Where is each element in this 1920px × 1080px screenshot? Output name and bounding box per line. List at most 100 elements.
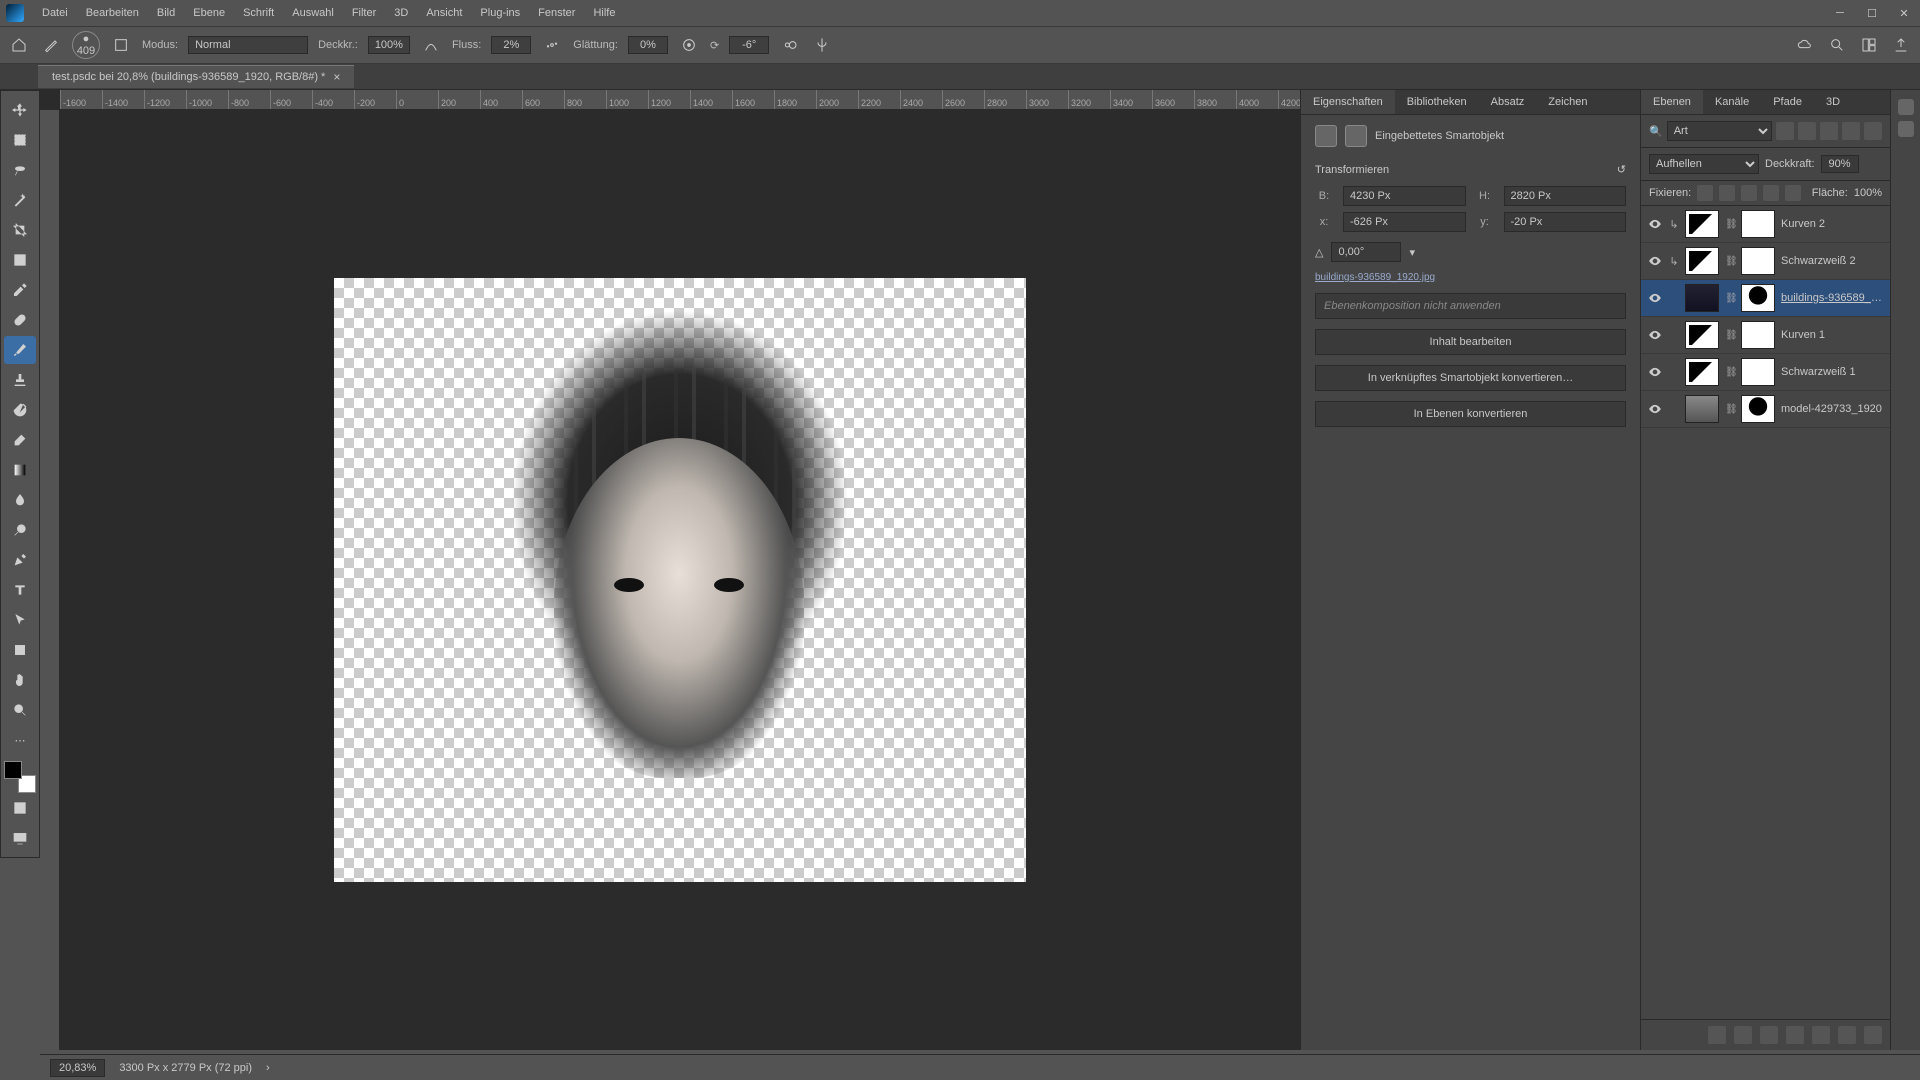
menu-window[interactable]: Fenster <box>530 3 583 23</box>
delete-layer-icon[interactable] <box>1864 1026 1882 1044</box>
horizontal-ruler[interactable]: -1600-1400-1200-1000-800-600-400-2000200… <box>60 90 1300 110</box>
tab-paragraph[interactable]: Absatz <box>1479 90 1537 114</box>
smoothing-field[interactable]: 0% <box>628 36 668 54</box>
layer-row[interactable]: ⛓Kurven 1 <box>1641 317 1890 354</box>
menu-select[interactable]: Auswahl <box>284 3 342 23</box>
share-icon[interactable] <box>1890 34 1912 56</box>
cloud-docs-icon[interactable] <box>1794 34 1816 56</box>
stamp-tool[interactable] <box>4 366 36 394</box>
layer-thumbnail[interactable] <box>1685 284 1719 312</box>
symmetry-icon[interactable] <box>811 34 833 56</box>
layer-thumbnail[interactable] <box>1685 210 1719 238</box>
size-pressure-icon[interactable] <box>779 34 801 56</box>
mask-link-icon[interactable]: ⛓ <box>1725 404 1735 415</box>
minimize-button[interactable]: ─ <box>1824 0 1856 26</box>
document-canvas[interactable] <box>334 278 1026 882</box>
layer-name[interactable]: Schwarzweiß 2 <box>1781 255 1884 267</box>
smartobject-source-link[interactable]: buildings-936589_1920.jpg <box>1315 272 1626 283</box>
document-tab[interactable]: test.psdc bei 20,8% (buildings-936589_19… <box>38 65 354 88</box>
menu-view[interactable]: Ansicht <box>418 3 470 23</box>
zoom-tool[interactable] <box>4 696 36 724</box>
layer-row[interactable]: ⛓ model-429733_1920 <box>1641 391 1890 428</box>
brush-tool[interactable] <box>4 336 36 364</box>
edit-contents-button[interactable]: Inhalt bearbeiten <box>1315 329 1626 355</box>
hand-tool[interactable] <box>4 666 36 694</box>
smoothing-options-icon[interactable] <box>678 34 700 56</box>
canvas-viewport[interactable] <box>60 110 1300 1050</box>
tab-properties[interactable]: Eigenschaften <box>1301 90 1395 114</box>
dodge-tool[interactable] <box>4 516 36 544</box>
tab-3d[interactable]: 3D <box>1814 90 1852 114</box>
layer-mask-thumbnail[interactable] <box>1741 247 1775 275</box>
layer-thumbnail[interactable] <box>1685 247 1719 275</box>
rotate-dropdown-icon[interactable]: ▾ <box>1409 246 1415 259</box>
layer-fill-field[interactable]: 100% <box>1854 187 1882 199</box>
y-field[interactable]: -20 Px <box>1504 212 1627 232</box>
filter-smart-icon[interactable] <box>1864 122 1882 140</box>
frame-tool[interactable] <box>4 246 36 274</box>
layer-mask-thumbnail[interactable] <box>1741 321 1775 349</box>
layer-visibility-icon[interactable] <box>1647 401 1663 417</box>
opacity-pressure-icon[interactable] <box>420 34 442 56</box>
new-adjustment-icon[interactable] <box>1786 1026 1804 1044</box>
crop-tool[interactable] <box>4 216 36 244</box>
blur-tool[interactable] <box>4 486 36 514</box>
workspace-icon[interactable] <box>1858 34 1880 56</box>
reset-transform-icon[interactable]: ↺ <box>1617 163 1626 176</box>
magic-wand-tool[interactable] <box>4 186 36 214</box>
layer-mask-thumbnail[interactable] <box>1741 210 1775 238</box>
status-info-chevron-icon[interactable]: › <box>266 1062 270 1074</box>
zoom-level-field[interactable]: 20,83% <box>50 1059 105 1077</box>
layer-thumbnail[interactable] <box>1685 321 1719 349</box>
document-tab-close-icon[interactable]: × <box>333 70 340 84</box>
layer-name[interactable]: Schwarzweiß 1 <box>1781 366 1884 378</box>
layer-opacity-field[interactable]: 90% <box>1821 155 1859 173</box>
airbrush-icon[interactable] <box>541 34 563 56</box>
layer-filter-kind[interactable]: Art <box>1667 121 1772 141</box>
move-tool[interactable] <box>4 96 36 124</box>
pen-tool[interactable] <box>4 546 36 574</box>
collapsed-panel-icon[interactable] <box>1898 121 1914 137</box>
menu-file[interactable]: Datei <box>34 3 76 23</box>
menu-plugins[interactable]: Plug-ins <box>472 3 528 23</box>
lock-all-icon[interactable] <box>1785 185 1801 201</box>
history-brush-tool[interactable] <box>4 396 36 424</box>
layer-name[interactable]: buildings-936589_1920… <box>1781 292 1884 304</box>
healing-tool[interactable] <box>4 306 36 334</box>
quick-mask-icon[interactable] <box>4 794 36 822</box>
lasso-tool[interactable] <box>4 156 36 184</box>
layer-name[interactable]: Kurven 1 <box>1781 329 1884 341</box>
layer-visibility-icon[interactable] <box>1647 253 1663 269</box>
brush-panel-icon[interactable] <box>110 34 132 56</box>
layer-mask-thumbnail[interactable] <box>1741 358 1775 386</box>
tab-channels[interactable]: Kanäle <box>1703 90 1761 114</box>
close-button[interactable]: ✕ <box>1888 0 1920 26</box>
layer-thumbnail[interactable] <box>1685 395 1719 423</box>
add-mask-icon[interactable] <box>1760 1026 1778 1044</box>
layer-row[interactable]: ↳⛓Schwarzweiß 2 <box>1641 243 1890 280</box>
menu-3d[interactable]: 3D <box>386 3 416 23</box>
vertical-ruler[interactable] <box>40 110 60 1050</box>
rotate-field[interactable]: 0,00° <box>1331 242 1401 262</box>
filter-shape-icon[interactable] <box>1842 122 1860 140</box>
path-select-tool[interactable] <box>4 606 36 634</box>
layer-row[interactable]: ⛓Schwarzweiß 1 <box>1641 354 1890 391</box>
tool-preset-icon[interactable] <box>40 34 62 56</box>
mask-link-icon[interactable]: ⛓ <box>1725 293 1735 304</box>
shape-tool[interactable] <box>4 636 36 664</box>
menu-help[interactable]: Hilfe <box>585 3 623 23</box>
tab-character[interactable]: Zeichen <box>1536 90 1599 114</box>
layer-mask-thumbnail[interactable] <box>1741 395 1775 423</box>
layer-blend-mode[interactable]: Aufhellen <box>1649 154 1759 174</box>
layer-mask-thumbnail[interactable] <box>1741 284 1775 312</box>
layer-comp-select[interactable]: Ebenenkomposition nicht anwenden <box>1315 293 1626 319</box>
tab-layers[interactable]: Ebenen <box>1641 90 1703 114</box>
layer-name[interactable]: model-429733_1920 <box>1781 403 1884 415</box>
menu-image[interactable]: Bild <box>149 3 183 23</box>
color-swatches[interactable] <box>4 761 36 793</box>
new-group-icon[interactable] <box>1812 1026 1830 1044</box>
layer-visibility-icon[interactable] <box>1647 216 1663 232</box>
height-field[interactable]: 2820 Px <box>1504 186 1627 206</box>
x-field[interactable]: -626 Px <box>1343 212 1466 232</box>
menu-layer[interactable]: Ebene <box>185 3 233 23</box>
